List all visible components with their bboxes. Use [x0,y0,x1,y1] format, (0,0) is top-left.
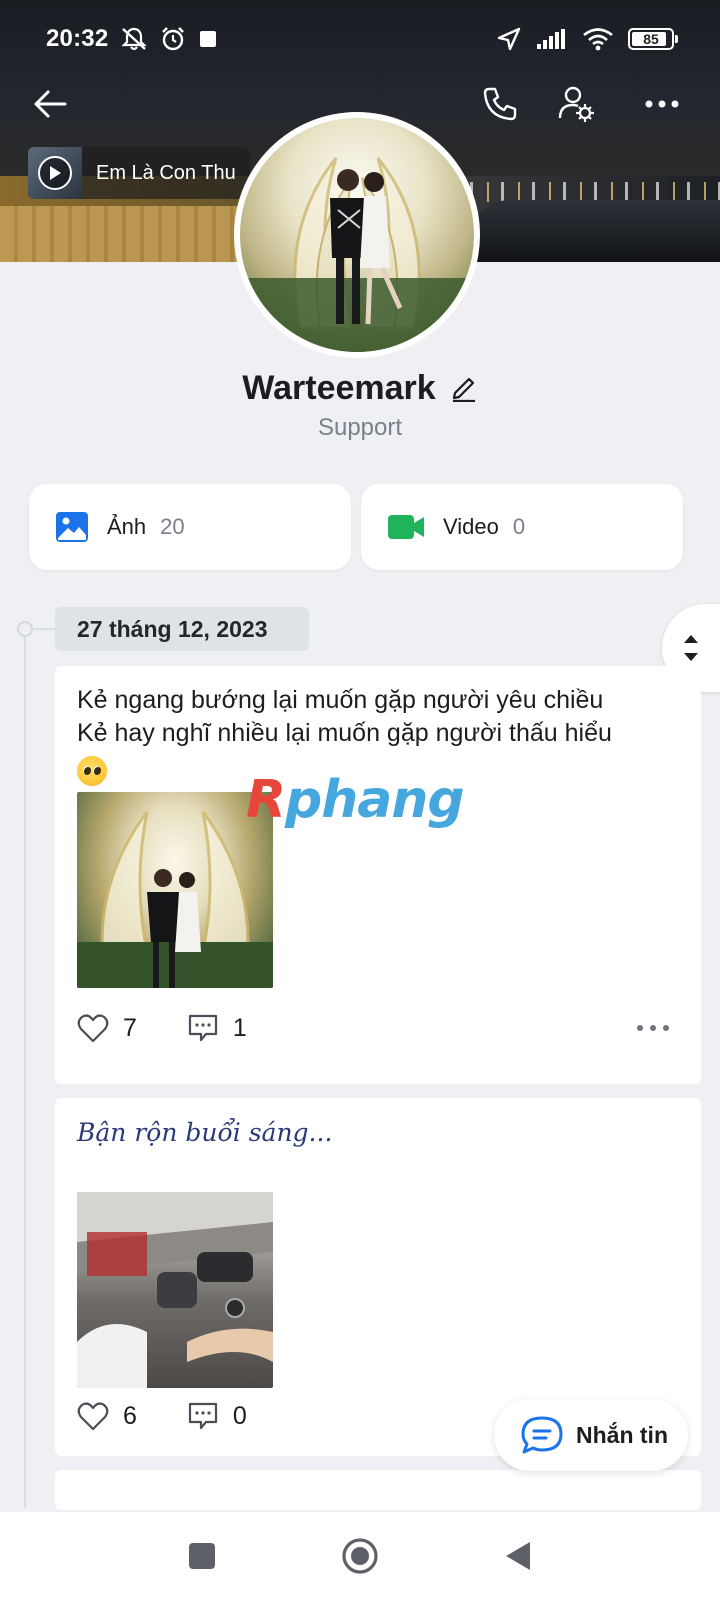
cover-city-lights [470,182,720,202]
back-nav-button[interactable] [478,1512,558,1600]
profile-name-row: Warteemark [0,364,720,412]
videos-count: 0 [512,514,526,539]
post-more-button[interactable] [637,1025,679,1031]
dot [650,1025,656,1031]
post-photo[interactable] [77,1192,273,1388]
play-icon [38,156,72,190]
post-photo[interactable] [77,792,273,988]
status-system-icons: 85 [496,26,678,52]
avatar-photo [240,118,474,352]
battery-level: 85 [643,31,659,47]
post-title: Bận rộn buổi sáng... [77,1118,333,1147]
profile-name: Warteemark [242,368,436,407]
edit-pencil-icon[interactable] [450,374,478,402]
videos-label: Video [443,514,499,539]
comment-button[interactable]: 0 [187,1401,247,1431]
sort-arrows-icon [684,635,698,661]
cover-car [470,200,720,262]
photos-count: 20 [160,514,185,539]
status-time: 20:32 [46,25,109,52]
comment-icon [188,1402,218,1430]
comment-count: 0 [232,1401,247,1430]
timeline-connector [33,628,55,630]
music-title: Em Là Con Thu [96,161,236,184]
comment-button[interactable]: 1 [187,1013,247,1043]
like-count: 7 [123,1013,137,1042]
cover-pier [0,206,250,262]
status-bar: 20:32 85 [0,0,720,78]
like-button[interactable]: 6 [77,1401,137,1431]
comment-icon [188,1014,218,1042]
timeline-date: 27 tháng 12, 2023 [55,607,309,651]
watermark-rest: phang [285,770,465,830]
phone-icon [483,87,517,121]
avatar[interactable] [234,112,480,358]
like-count: 6 [123,1401,137,1430]
timeline-dot [17,621,33,637]
post-text-line: Kẻ hay nghĩ nhiều lại muốn gặp người thấ… [77,719,612,747]
recent-apps-button[interactable] [162,1512,242,1600]
signal-icon [537,29,565,49]
home-button[interactable] [320,1512,400,1600]
watermark: Rphang [246,770,465,830]
back-button[interactable] [20,74,80,134]
square-icon [189,1543,215,1569]
user-settings-icon [558,86,594,122]
wifi-icon [583,28,613,51]
watermark-first-letter: R [246,770,286,830]
videos-card[interactable]: Video 0 [361,484,683,570]
pleading-face-icon [77,756,107,786]
home-circle-icon [342,1538,378,1574]
profile-settings-button[interactable] [546,74,606,134]
message-button[interactable]: Nhắn tin [494,1399,688,1471]
image-icon [56,512,88,542]
stop-square-icon [200,31,217,47]
post-actions: 7 1 [77,1008,679,1048]
profile-status: Support [317,414,403,441]
back-arrow-icon [34,90,67,118]
photos-label: Ảnh [107,514,147,539]
like-button[interactable]: 7 [77,1013,137,1043]
message-label: Nhắn tin [576,1421,668,1448]
alarm-clock-icon [162,27,185,51]
dot [663,1025,669,1031]
back-triangle-icon [506,1542,530,1570]
more-dots-icon [645,100,679,108]
post-card[interactable] [55,1470,701,1510]
dot [637,1025,643,1031]
chat-bubble-icon [521,1416,563,1454]
timeline-line [24,628,26,1508]
photos-card[interactable]: Ảnh 20 [29,484,351,570]
profile-music-chip[interactable]: Em Là Con Thu [28,147,250,199]
status-notification-icons [120,26,218,52]
more-options-button[interactable] [632,74,692,134]
call-button[interactable] [470,74,530,134]
mute-bell-icon [121,27,148,51]
heart-icon [77,1402,109,1431]
post-card[interactable]: Kẻ ngang bướng lại muốn gặp người yêu ch… [55,666,701,1084]
location-arrow-icon [497,27,521,51]
music-cover [28,147,82,199]
post-text-line: Kẻ ngang bướng lại muốn gặp người yêu ch… [77,686,604,714]
video-camera-icon [388,515,424,539]
heart-icon [77,1014,109,1043]
comment-count: 1 [232,1013,247,1042]
system-nav-bar [0,1512,720,1600]
battery-indicator: 85 [628,28,678,50]
